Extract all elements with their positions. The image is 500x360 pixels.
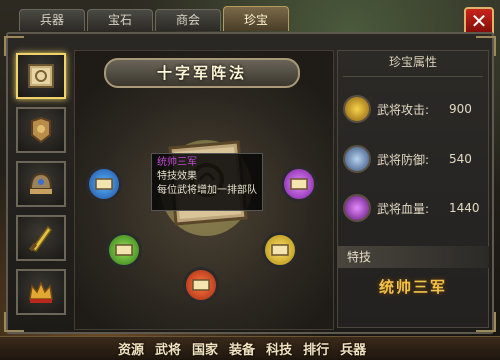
scroll-icon: [271, 244, 289, 256]
tab-gems[interactable]: 宝石: [87, 9, 153, 31]
tab-bar: 兵器 宝石 商会 珍宝: [19, 6, 289, 31]
skill-tooltip: 统帅三军 特技效果 每位武将增加一排部队: [151, 153, 263, 211]
crown-icon: [29, 281, 53, 303]
treasure-slot-book[interactable]: [16, 53, 66, 99]
book-icon: [28, 64, 54, 88]
nav-resources[interactable]: 资源: [118, 339, 144, 358]
scroll-icon: [192, 279, 210, 291]
formation-node-red[interactable]: [183, 267, 219, 303]
treasure-slot-crown[interactable]: [16, 269, 66, 315]
tooltip-heading: 特技效果: [157, 171, 197, 182]
tooltip-skill-name: 统帅三军: [157, 157, 197, 168]
formation-node-yellow[interactable]: [262, 232, 298, 268]
skill-header: 特技: [337, 246, 489, 268]
stat-value: 900: [449, 102, 472, 116]
tab-treasures[interactable]: 珍宝: [223, 6, 289, 31]
treasure-slot-blade[interactable]: [16, 215, 66, 261]
stat-defense: 武将防御: 540: [343, 145, 472, 173]
nav-equipment[interactable]: 装备: [229, 339, 255, 358]
formation-node-blue[interactable]: [86, 166, 122, 202]
stat-attack: 武将攻击: 900: [343, 95, 472, 123]
divider: [343, 76, 483, 77]
tab-guild[interactable]: 商会: [155, 9, 221, 31]
formation-node-purple[interactable]: [281, 166, 317, 202]
stat-label: 武将攻击:: [377, 102, 430, 117]
armor-icon: [31, 116, 51, 144]
blade-icon: [28, 225, 52, 252]
scroll-icon: [95, 178, 113, 190]
tooltip-description: 每位武将增加一排部队: [157, 185, 257, 196]
nav-ranking[interactable]: 排行: [303, 339, 329, 358]
nav-generals[interactable]: 武将: [155, 339, 181, 358]
helmet-icon: [29, 172, 53, 194]
nav-country[interactable]: 国家: [192, 339, 218, 358]
formation-node-green[interactable]: [106, 232, 142, 268]
treasure-title: 十字军阵法: [104, 58, 300, 88]
shield-icon: [343, 145, 371, 173]
bottom-nav-items: 资源 武将 国家 装备 科技 排行 兵器: [118, 339, 366, 358]
treasure-list: [16, 53, 66, 315]
scroll-icon: [290, 178, 308, 190]
heart-icon: [343, 194, 371, 222]
sword-icon: [343, 95, 371, 123]
stat-label: 武将防御:: [377, 152, 430, 167]
treasure-slot-armor[interactable]: [16, 107, 66, 153]
frame-corner: [4, 312, 24, 332]
tab-weapons[interactable]: 兵器: [19, 9, 85, 31]
stat-value: 540: [449, 152, 472, 166]
skill-name: 统帅三军: [378, 278, 447, 296]
panel-title: 珍宝属性: [388, 55, 437, 69]
nav-weapons[interactable]: 兵器: [340, 339, 366, 358]
treasure-slot-helmet[interactable]: [16, 161, 66, 207]
stat-health: 武将血量: 1440: [343, 194, 480, 222]
stat-value: 1440: [449, 201, 480, 215]
stat-label: 武将血量:: [377, 201, 430, 216]
scroll-icon: [115, 244, 133, 256]
nav-tech[interactable]: 科技: [266, 339, 292, 358]
